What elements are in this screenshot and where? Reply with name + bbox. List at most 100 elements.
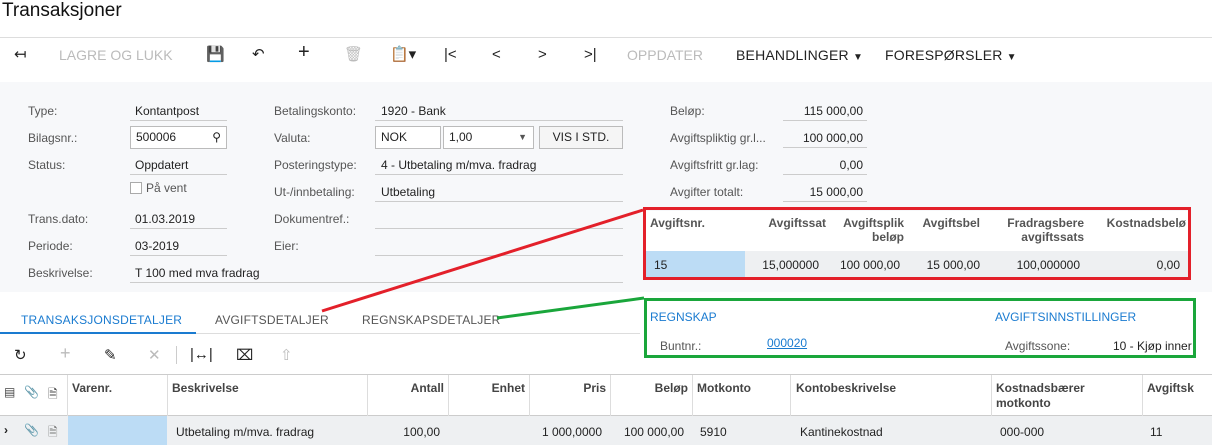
amount-cell[interactable]: 100 000,00 xyxy=(610,425,684,439)
exempt-value: 0,00 xyxy=(839,158,863,172)
description-value[interactable]: T 100 med mva fradrag xyxy=(135,266,260,280)
entry-type-label: Posteringstype: xyxy=(274,158,357,172)
status-value: Oppdatert xyxy=(135,158,189,172)
last-record-icon[interactable]: >| xyxy=(584,45,597,65)
tab-tax-details[interactable]: AVGIFTSDETALJER xyxy=(215,313,329,327)
grid-header-account-description[interactable]: Kontobeskrivelse xyxy=(796,381,896,395)
tax-total-label: Avgifter totalt: xyxy=(670,185,744,199)
cash-account-value[interactable]: 1920 - Bank xyxy=(381,104,446,118)
refresh-button[interactable]: OPPDATER xyxy=(627,45,703,65)
description-cell[interactable]: Utbetaling m/mva. fradrag xyxy=(176,425,314,439)
tax-category-cell[interactable]: 11 xyxy=(1150,425,1162,439)
quantity-cell[interactable]: 100,00 xyxy=(367,425,440,439)
back-arrow-icon[interactable]: ↤ xyxy=(14,45,27,65)
previous-record-icon[interactable]: < xyxy=(492,45,501,65)
date-value[interactable]: 01.03.2019 xyxy=(135,212,195,226)
on-hold-checkbox[interactable] xyxy=(130,182,142,194)
on-hold-label: På vent xyxy=(146,181,187,195)
type-value: Kontantpost xyxy=(135,104,200,118)
description-label: Beskrivelse: xyxy=(28,266,93,280)
period-label: Periode: xyxy=(28,239,73,253)
export-excel-icon[interactable]: ⌧ xyxy=(236,346,253,364)
grid-header-uom[interactable]: Enhet xyxy=(448,381,525,395)
grid-header-offset-account[interactable]: Motkonto xyxy=(697,381,751,395)
entry-type-value[interactable]: 4 - Utbetaling m/mva. fradrag xyxy=(381,158,536,172)
inquiries-menu[interactable]: FORESPØRSLER ▼ xyxy=(885,45,1017,65)
save-close-button[interactable]: LAGRE OG LUKK xyxy=(59,45,173,65)
rate-field[interactable]: 1,00 ▼ xyxy=(443,126,534,149)
tab-accounting-details[interactable]: REGNSKAPSDETALJER xyxy=(362,313,501,327)
tab-transaction-details[interactable]: TRANSAKSJONSDETALJER xyxy=(21,313,182,327)
chevron-down-icon: ▼ xyxy=(852,52,864,63)
status-label: Status: xyxy=(28,158,66,172)
owner-label: Eier: xyxy=(274,239,299,253)
details-grid-header: ▤ 📎 🗎 Varenr. Beskrivelse Antall Enhet P… xyxy=(0,374,1212,417)
grid-header-tax-category[interactable]: Avgiftsk xyxy=(1147,381,1194,395)
table-row[interactable]: › 📎 🗎 Utbetaling m/mva. fradrag 100,00 1… xyxy=(0,416,1212,445)
inquiries-menu-label: FORESPØRSLER xyxy=(885,47,1003,63)
undo-icon[interactable]: ↶ xyxy=(252,45,265,65)
doc-number-value: 500006 xyxy=(136,130,177,144)
offset-subaccount-cell[interactable]: 000-000 xyxy=(1000,425,1044,439)
grid-header-quantity[interactable]: Antall xyxy=(367,381,444,395)
taxable-label: Avgiftspliktig gr.l... xyxy=(670,131,766,145)
currency-field[interactable]: NOK xyxy=(375,126,441,149)
offset-account-cell[interactable]: 5910 xyxy=(700,425,727,439)
period-value[interactable]: 03-2019 xyxy=(135,239,179,253)
cash-account-label: Betalingskonto: xyxy=(274,104,357,118)
actions-menu[interactable]: BEHANDLINGER ▼ xyxy=(736,45,863,65)
grid-header-inventory[interactable]: Varenr. xyxy=(72,381,112,395)
type-label: Type: xyxy=(28,104,58,118)
row-selector-icon: ▤ xyxy=(4,385,16,399)
refresh-icon[interactable]: ↻ xyxy=(14,346,27,364)
save-icon[interactable]: 💾 xyxy=(206,45,225,65)
rate-value: 1,00 xyxy=(449,130,473,144)
inventory-cell[interactable] xyxy=(68,416,167,445)
grid-header-amount[interactable]: Beløp xyxy=(610,381,688,395)
currency-label: Valuta: xyxy=(274,131,311,145)
grid-header-description[interactable]: Beskrivelse xyxy=(172,381,239,395)
taxable-value: 100 000,00 xyxy=(802,131,863,145)
chevron-down-icon: ▼ xyxy=(518,132,527,142)
red-highlight-box xyxy=(643,207,1191,280)
grid-header-offset-subaccount[interactable]: Kostnadsbærer motkonto xyxy=(996,381,1136,411)
account-description-cell: Kantinekostnad xyxy=(800,425,883,439)
add-row-icon[interactable]: + xyxy=(60,343,71,364)
price-cell[interactable]: 1 000,0000 xyxy=(529,425,602,439)
chevron-down-icon: ▼ xyxy=(1006,52,1017,63)
disbursement-value[interactable]: Utbetaling xyxy=(381,185,435,199)
main-toolbar: ↤ LAGRE OG LUKK 💾 ↶ + 🗑 📋▾ |< < > >| OPP… xyxy=(0,37,1212,71)
amount-label: Beløp: xyxy=(670,104,705,118)
disbursement-label: Ut-/innbetaling: xyxy=(274,185,355,199)
doc-number-label: Bilagsnr.: xyxy=(28,131,78,145)
grid-header-price[interactable]: Pris xyxy=(529,381,606,395)
search-icon[interactable]: ⚲ xyxy=(212,127,221,148)
exempt-label: Avgiftsfritt gr.lag: xyxy=(670,158,759,172)
actions-menu-label: BEHANDLINGER xyxy=(736,47,849,63)
first-record-icon[interactable]: |< xyxy=(444,45,457,65)
attachment-icon: 📎 xyxy=(24,385,39,399)
copy-paste-icon[interactable]: 📋▾ xyxy=(390,45,416,65)
delete-row-icon[interactable]: ✕ xyxy=(148,346,161,364)
date-label: Trans.dato: xyxy=(28,212,89,226)
row-pointer-icon: › xyxy=(4,423,8,437)
doc-ref-label: Dokumentref.: xyxy=(274,212,350,226)
amount-value: 115 000,00 xyxy=(803,104,863,118)
currency-value: NOK xyxy=(381,130,408,144)
active-tab-indicator xyxy=(0,332,196,334)
view-base-button[interactable]: VIS I STD. xyxy=(539,126,623,149)
note-icon[interactable]: 🗎 xyxy=(48,423,58,444)
note-icon: 🗎 xyxy=(48,387,58,401)
fit-columns-icon[interactable]: |↔| xyxy=(190,346,213,363)
page-title: Transaksjoner xyxy=(2,0,122,21)
tax-total-value: 15 000,00 xyxy=(809,185,863,199)
attachment-icon[interactable]: 📎 xyxy=(24,423,39,437)
edit-icon[interactable]: ✎ xyxy=(104,346,117,364)
delete-icon[interactable]: 🗑 xyxy=(344,45,363,65)
add-icon[interactable]: + xyxy=(298,42,310,62)
doc-number-field[interactable]: 500006 ⚲ xyxy=(130,126,227,149)
upload-icon[interactable]: ⇧ xyxy=(280,346,293,364)
tab-bar: TRANSAKSJONSDETALJER AVGIFTSDETALJER REG… xyxy=(0,308,640,334)
green-highlight-box xyxy=(644,298,1196,358)
next-record-icon[interactable]: > xyxy=(538,45,547,65)
